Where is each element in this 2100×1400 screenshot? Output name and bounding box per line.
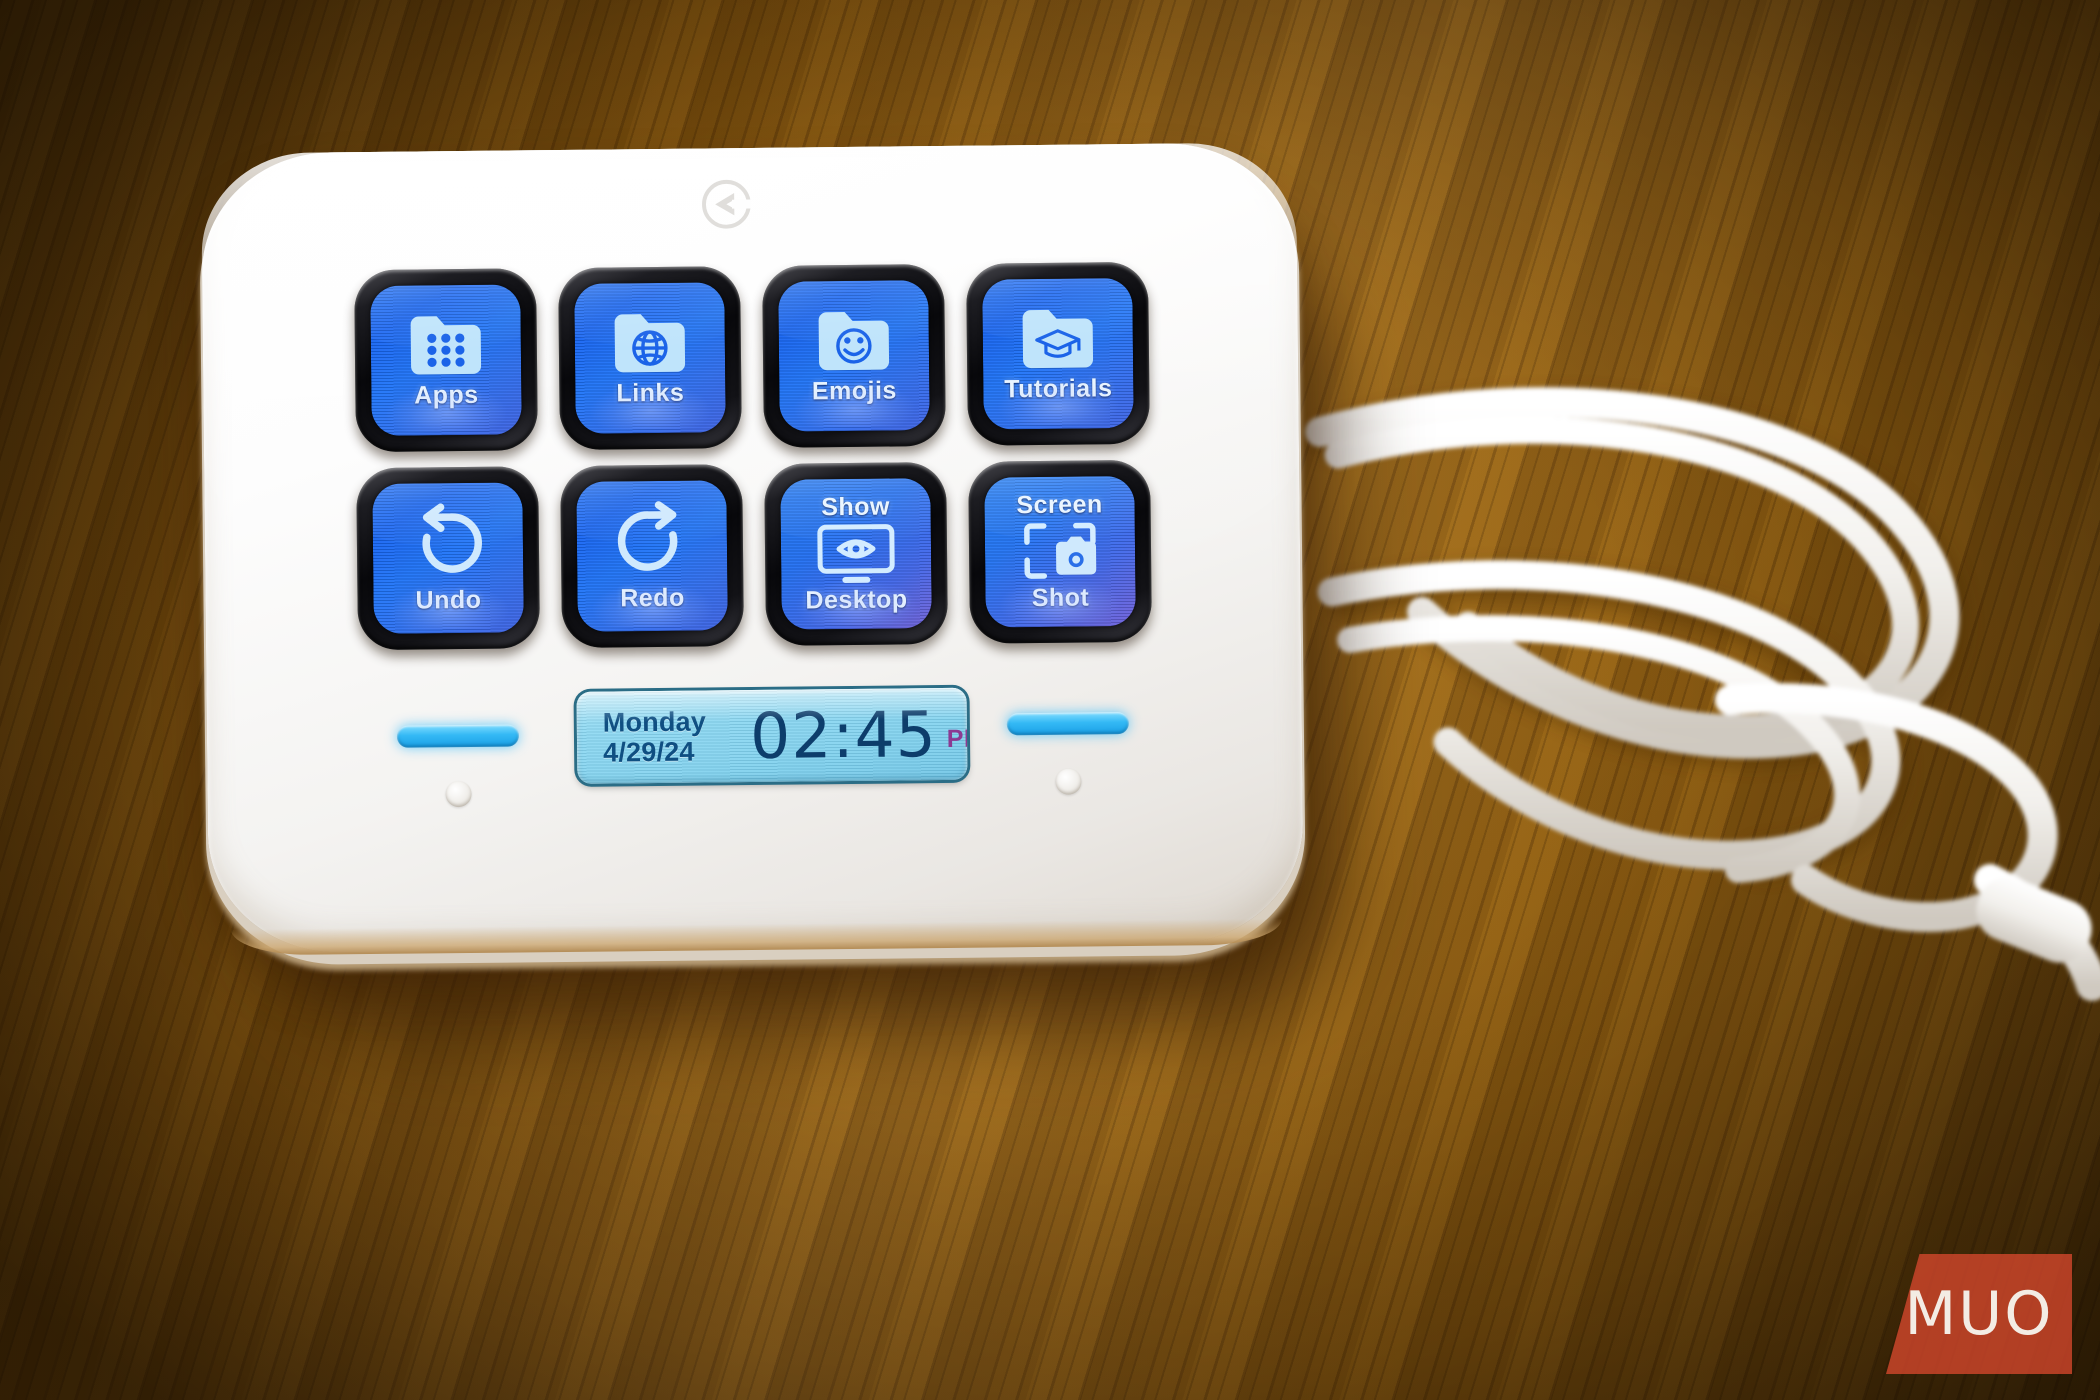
- key-show-desktop[interactable]: Show Desktop: [764, 461, 949, 646]
- folder-apps-grid-icon: [407, 312, 486, 379]
- key-redo-label: Redo: [620, 583, 685, 613]
- key-grid: Apps Links Emojis Tutorials Undo Redo Sh…: [354, 261, 1153, 651]
- key-redo-lcd: Redo: [576, 480, 728, 632]
- key-links-lcd: Links: [574, 282, 726, 434]
- key-tutorials[interactable]: Tutorials: [966, 261, 1150, 446]
- key-links-screen: Links: [574, 282, 726, 434]
- elgato-logo-icon: [702, 179, 752, 229]
- rubber-foot-right: [1055, 768, 1082, 795]
- clock-meridiem: PM: [946, 724, 968, 753]
- folder-globe-icon: [611, 310, 690, 377]
- muo-watermark-text: MUO: [1904, 1279, 2054, 1349]
- key-tutorials-lcd: Tutorials: [982, 278, 1134, 430]
- key-screen-shot-lcd: Screen Shot: [984, 475, 1136, 628]
- key-show-desktop-lcd: Show Desktop: [780, 478, 932, 630]
- key-show-desktop-screen: Show Desktop: [780, 478, 932, 630]
- screenshot-camera-icon: [1021, 519, 1100, 582]
- key-emojis-label: Emojis: [811, 376, 897, 406]
- clock-date-block: Monday 4/29/24: [603, 706, 707, 768]
- rubber-foot-left: [445, 780, 472, 808]
- key-redo-screen: Redo: [576, 480, 728, 632]
- key-emojis-lcd: Emojis: [778, 280, 930, 432]
- clock-date: 4/29/24: [602, 736, 695, 768]
- folder-smiley-icon: [814, 308, 893, 375]
- folder-graduation-cap-icon: [1018, 305, 1097, 372]
- key-emojis[interactable]: Emojis: [762, 263, 946, 448]
- key-show-desktop-label-bottom: Desktop: [805, 585, 908, 615]
- key-undo[interactable]: Undo: [356, 466, 541, 651]
- key-apps[interactable]: Apps: [354, 268, 538, 453]
- photo-scene: Apps Links Emojis Tutorials Undo Redo Sh…: [0, 0, 2100, 1400]
- monitor-eye-icon: [815, 521, 898, 584]
- key-tutorials-label: Tutorials: [1004, 374, 1113, 404]
- key-tutorials-screen: Tutorials: [982, 278, 1134, 430]
- key-emojis-screen: Emojis: [778, 280, 930, 432]
- redo-arrow-icon: [609, 501, 696, 582]
- key-undo-screen: Undo: [372, 482, 524, 634]
- key-screen-shot-label-top: Screen: [1016, 490, 1103, 520]
- key-screen-shot[interactable]: Screen Shot: [968, 459, 1153, 644]
- key-screen-shot-screen: Screen Shot: [984, 475, 1136, 628]
- led-bar-right: [1006, 712, 1129, 736]
- key-apps-screen: Apps: [370, 284, 522, 436]
- key-undo-lcd: Undo: [372, 482, 524, 634]
- key-apps-lcd: Apps: [370, 284, 522, 436]
- stream-deck-device[interactable]: Apps Links Emojis Tutorials Undo Redo Sh…: [200, 142, 1305, 956]
- clock-time: 02:45: [749, 697, 938, 773]
- led-bar-left: [396, 724, 520, 748]
- key-screen-shot-label-bottom: Shot: [1031, 583, 1090, 613]
- key-links-label: Links: [616, 378, 685, 408]
- clock-display[interactable]: Monday 4/29/24 02:45 PM: [576, 687, 968, 784]
- undo-arrow-icon: [405, 503, 492, 584]
- key-show-desktop-label-top: Show: [821, 492, 891, 522]
- key-links[interactable]: Links: [558, 266, 742, 451]
- key-redo[interactable]: Redo: [560, 464, 745, 648]
- key-apps-label: Apps: [413, 380, 479, 410]
- clock-weekday: Monday: [602, 706, 707, 738]
- key-undo-label: Undo: [415, 585, 482, 615]
